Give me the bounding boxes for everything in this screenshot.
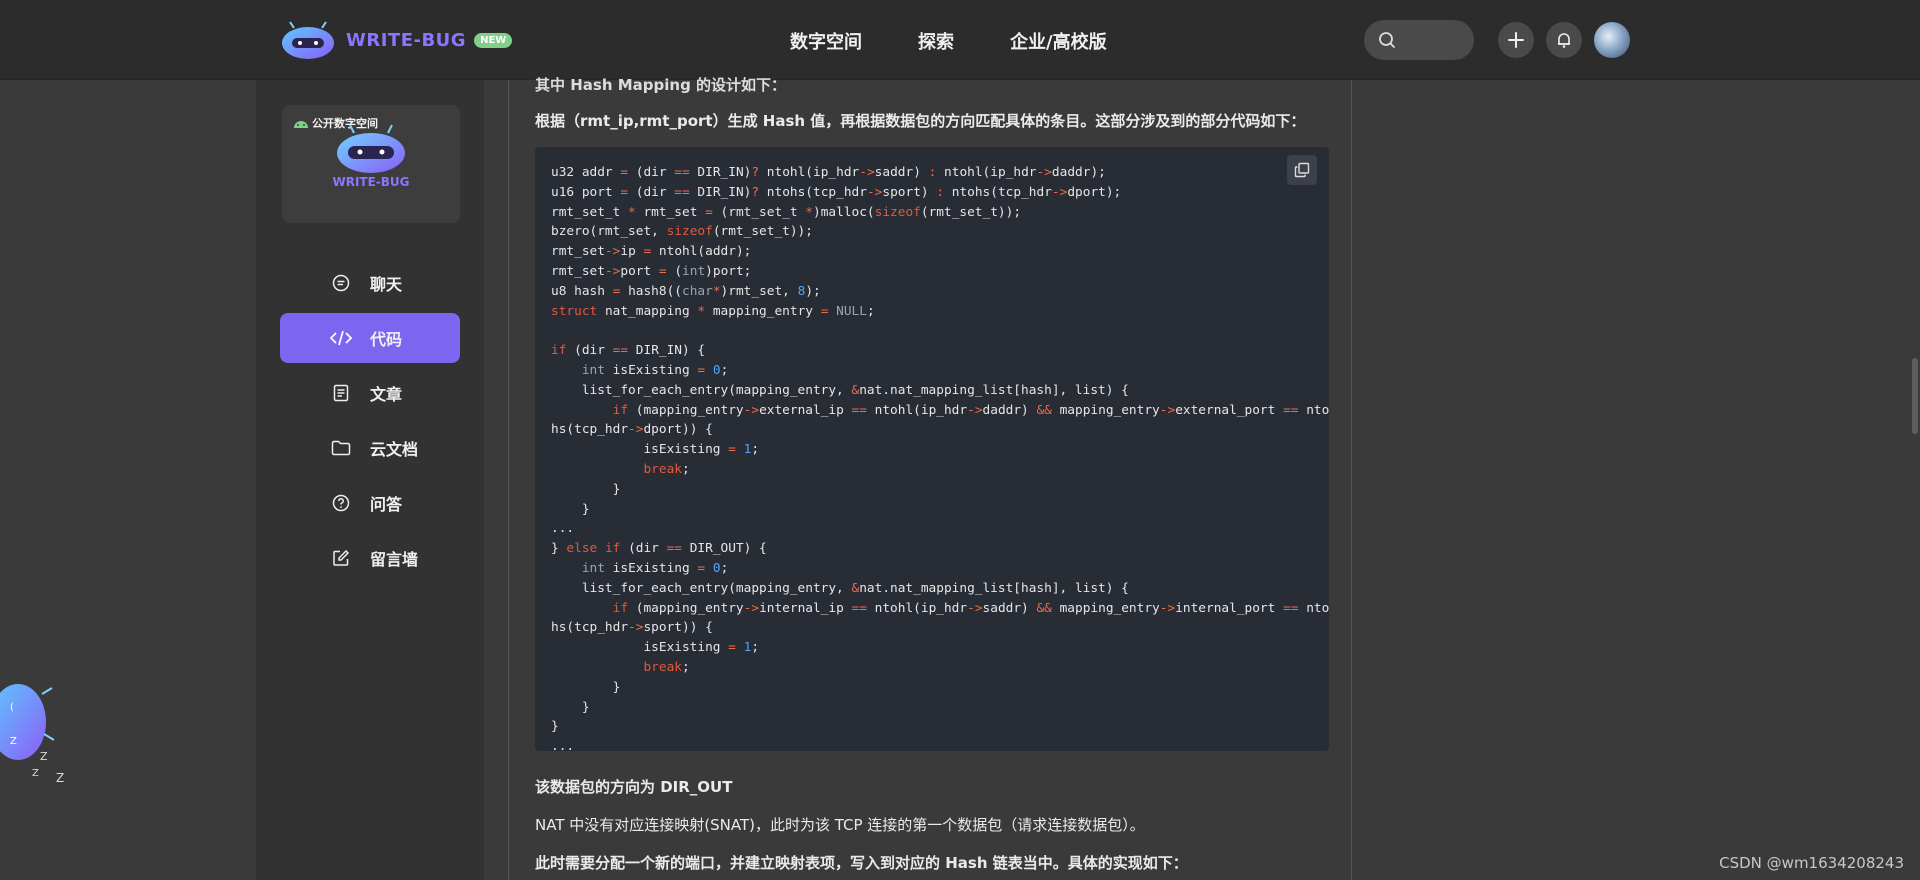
code-icon — [330, 327, 352, 349]
public-space-card[interactable]: 公开数字空间 WRITE-BUG — [282, 105, 460, 223]
article-panel: 其中 Hash Mapping 的设计如下： 根据（rmt_ip,rmt_por… — [508, 76, 1352, 880]
sidebar-item-code[interactable]: 代码 — [280, 313, 460, 363]
question-icon — [330, 492, 352, 514]
sidebar-item-label: 云文档 — [370, 440, 419, 459]
notification-button[interactable] — [1546, 22, 1582, 58]
search-icon — [1379, 32, 1395, 48]
sidebar-item-chat[interactable]: 聊天 — [280, 258, 460, 308]
android-icon — [294, 121, 308, 128]
nav-explore[interactable]: 探索 — [918, 28, 954, 54]
sidebar-item-message-wall[interactable]: 留言墙 — [280, 533, 460, 583]
space-logo-text: WRITE-BUG — [332, 175, 410, 189]
page-scrollbar[interactable] — [1910, 80, 1920, 880]
sidebar-menu: 聊天 代码 文章 云文档 问答 留言墙 — [280, 258, 460, 588]
new-badge: NEW — [474, 32, 513, 48]
code-block: u32 addr = (dir == DIR_IN)? ntohl(ip_hdr… — [535, 147, 1329, 754]
svg-text:Z: Z — [10, 736, 17, 747]
user-avatar[interactable] — [1594, 22, 1630, 58]
nav-digital-space[interactable]: 数字空间 — [790, 28, 862, 54]
svg-text:Z: Z — [56, 771, 64, 785]
sidebar-item-label: 文章 — [370, 385, 403, 404]
csdn-watermark: CSDN @wm1634208243 — [1719, 854, 1904, 872]
paragraph-dir-out: 该数据包的方向为 DIR_OUT — [535, 778, 733, 796]
sidebar-item-label: 问答 — [370, 495, 403, 514]
paragraph-new-port: 此时需要分配一个新的端口，并建立映射表项，写入到对应的 Hash 链表当中。具体… — [535, 854, 1188, 872]
floating-mascot-icon[interactable]: ( Z Z Z Z — [0, 664, 70, 794]
main-nav: 数字空间 探索 企业/高校版 — [790, 28, 1163, 54]
logo-text: WRITE-BUG — [346, 29, 467, 51]
left-sidebar: 公开数字空间 WRITE-BUG 聊天 代码 文章 云文档 问答 留言墙 — [256, 80, 484, 880]
sidebar-item-qa[interactable]: 问答 — [280, 478, 460, 528]
site-logo[interactable]: WRITE-BUG NEW — [280, 20, 513, 60]
top-header: WRITE-BUG NEW 数字空间 探索 企业/高校版 — [0, 0, 1920, 80]
sidebar-item-label: 留言墙 — [370, 550, 419, 569]
add-button[interactable] — [1498, 22, 1534, 58]
right-panel — [1352, 80, 1656, 880]
folder-icon — [330, 437, 352, 459]
edit-icon — [330, 547, 352, 569]
plus-icon — [1508, 32, 1524, 48]
svg-text:Z: Z — [32, 768, 39, 779]
chat-icon — [330, 272, 352, 294]
article-icon — [330, 382, 352, 404]
code-content[interactable]: u32 addr = (dir == DIR_IN)? ntohl(ip_hdr… — [551, 163, 1329, 757]
svg-text:Z: Z — [40, 750, 48, 763]
sidebar-item-label: 聊天 — [370, 275, 403, 294]
sidebar-item-article[interactable]: 文章 — [280, 368, 460, 418]
search-box[interactable] — [1364, 20, 1474, 60]
sidebar-item-label: 代码 — [370, 330, 403, 349]
bell-icon — [1558, 33, 1570, 48]
scrollbar-thumb[interactable] — [1912, 358, 1918, 434]
svg-text:(: ( — [10, 702, 14, 713]
paragraph-snat: NAT 中没有对应连接映射(SNAT)，此时为该 TCP 连接的第一个数据包（请… — [535, 816, 1145, 834]
mascot-icon — [337, 124, 405, 173]
paragraph-hash-intro: 根据（rmt_ip,rmt_port）生成 Hash 值，再根据数据包的方向匹配… — [535, 112, 1306, 130]
sidebar-item-cloud-docs[interactable]: 云文档 — [280, 423, 460, 473]
mascot-logo-icon — [282, 21, 334, 59]
partial-heading: 其中 Hash Mapping 的设计如下： — [535, 76, 787, 94]
nav-enterprise[interactable]: 企业/高校版 — [1010, 28, 1107, 54]
